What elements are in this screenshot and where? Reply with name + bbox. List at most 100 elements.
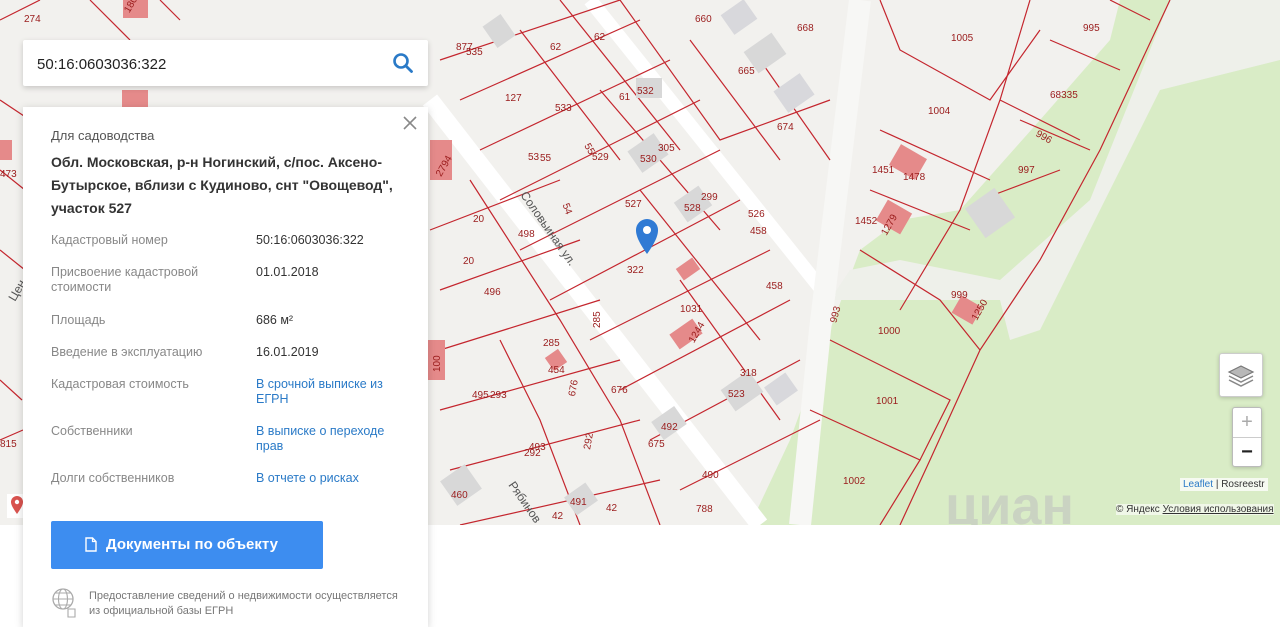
parcel-number: 1451 (872, 165, 895, 176)
parcel-number: 530 (640, 154, 657, 165)
parcel-number: 788 (696, 504, 713, 515)
parcel-number: 127 (505, 93, 522, 104)
parcel-number: 299 (701, 192, 718, 203)
parcel-number: 660 (695, 14, 712, 25)
zoom-in-button[interactable]: + (1233, 408, 1261, 438)
info-label: Площадь (51, 313, 106, 327)
owners-link[interactable]: В выписке о переходе прав (256, 424, 406, 454)
documents-button[interactable]: Документы по объекту (51, 521, 323, 569)
parcel-number: 491 (570, 497, 587, 508)
zoom-out-button[interactable]: − (1233, 438, 1261, 467)
parcel-number: 495 (472, 390, 489, 401)
yandex-copyright: © Яндекс (1116, 504, 1160, 515)
parcel-number: 528 (684, 203, 701, 214)
parcel-number: 498 (518, 229, 535, 240)
parcel-number: 20 (463, 256, 475, 267)
cadastral-value-link[interactable]: В срочной выписке из ЕГРН (256, 377, 406, 407)
parcel-number: 42 (552, 511, 564, 522)
parcel-number: 100 (432, 355, 443, 372)
parcel-number: 529 (592, 152, 609, 163)
info-value: 16.01.2019 (256, 345, 319, 359)
parcel-number: 460 (451, 490, 468, 501)
parcel-number: 62 (550, 42, 562, 53)
parcel-number: 292 (582, 432, 596, 451)
parcel-number: 523 (728, 389, 745, 400)
parcel-number: 533 (555, 103, 572, 114)
yandex-attribution: © Яндекс Условия использования (1116, 504, 1274, 515)
parcel-number: 535 (466, 47, 483, 58)
parcel-number: 1478 (903, 172, 926, 183)
globe-icon (52, 588, 76, 618)
map-attribution: Leaflet | Rosreestr (1180, 478, 1268, 491)
info-value: 01.01.2018 (256, 265, 319, 279)
layers-button[interactable] (1219, 353, 1263, 397)
parcel-number: 292 (524, 448, 541, 459)
parcel-number: 322 (627, 265, 644, 276)
terms-of-use-link[interactable]: Условия использования (1163, 504, 1274, 515)
parcel-number: 532 (637, 86, 654, 97)
parcel-number: 61 (619, 92, 631, 103)
parcel-number: 62 (594, 32, 606, 43)
info-label: Присвоение кадастровой стоимости (51, 265, 199, 294)
close-icon[interactable] (402, 115, 418, 131)
parcel-number: 1031 (680, 304, 703, 315)
parcel-number: 997 (1018, 165, 1035, 176)
parcel-number: 458 (766, 281, 783, 292)
parcel-type: Для садоводства (51, 128, 155, 143)
selected-location-pin-icon[interactable] (636, 219, 658, 254)
parcel-number: 54 (560, 202, 574, 217)
parcel-number: 526 (748, 209, 765, 220)
parcel-number: 674 (777, 122, 794, 133)
document-icon (85, 537, 97, 552)
parcel-number: 274 (24, 14, 41, 25)
parcel-number: 305 (658, 143, 675, 154)
parcel-number: 995 (1083, 23, 1100, 34)
info-label: Введение в эксплуатацию (51, 345, 203, 359)
parcel-number: 676 (567, 379, 581, 398)
search-bar (23, 40, 428, 88)
parcel-number: 1452 (855, 216, 878, 227)
parcel-address: Обл. Московская, р-н Ногинский, с/пос. А… (51, 154, 393, 216)
parcel-number: 492 (661, 422, 678, 433)
info-label: Кадастровая стоимость (51, 377, 189, 391)
parcel-number: 1000 (878, 326, 901, 337)
parcel-number: 318 (740, 368, 757, 379)
parcel-number: 285 (592, 311, 603, 328)
parcel-number: 473 (0, 169, 17, 180)
parcel-number: 496 (484, 287, 501, 298)
parcel-number: 668 (797, 23, 814, 34)
parcel-number: 815 (0, 439, 17, 450)
leaflet-link[interactable]: Leaflet (1183, 479, 1213, 490)
road-upper (584, 0, 836, 305)
parcel-number: 490 (702, 470, 719, 481)
info-label: Собственники (51, 424, 133, 438)
owner-debts-link[interactable]: В отчете о рисках (256, 471, 406, 486)
parcel-number: 20 (473, 214, 485, 225)
parcel-number: 665 (738, 66, 755, 77)
parcel-number: 1002 (843, 476, 866, 487)
search-icon[interactable] (392, 52, 414, 74)
parcel-info-card: Для садоводства Обл. Московская, р-н Ног… (23, 107, 428, 627)
layers-icon (1227, 365, 1255, 387)
egrn-note: Предоставление сведений о недвижимости о… (51, 587, 411, 627)
parcel-number: 55 (540, 153, 552, 164)
info-value: 50:16:0603036:322 (256, 233, 364, 247)
parcel-number: 293 (490, 390, 507, 401)
parcel-number: 1005 (951, 33, 974, 44)
documents-button-label: Документы по объекту (106, 536, 278, 553)
info-label: Кадастровый номер (51, 233, 168, 247)
parcel-number: 454 (548, 365, 565, 376)
street-label-ryabinov: Рябинов (506, 479, 545, 525)
parcel-number: 53 (528, 152, 540, 163)
parcel-number: 999 (951, 290, 968, 301)
watermark-logo: циан (945, 476, 1075, 525)
parcel-number: 675 (648, 439, 665, 450)
parcel-number: 458 (750, 226, 767, 237)
info-value: 686 м² (256, 313, 294, 327)
search-input[interactable] (35, 40, 379, 88)
parcel-number: 1001 (876, 396, 899, 407)
parcel-number: 527 (625, 199, 642, 210)
parcel-number: 68335 (1050, 90, 1078, 101)
parcel-number: 42 (606, 503, 618, 514)
egrn-note-text: Предоставление сведений о недвижимости о… (89, 590, 398, 617)
